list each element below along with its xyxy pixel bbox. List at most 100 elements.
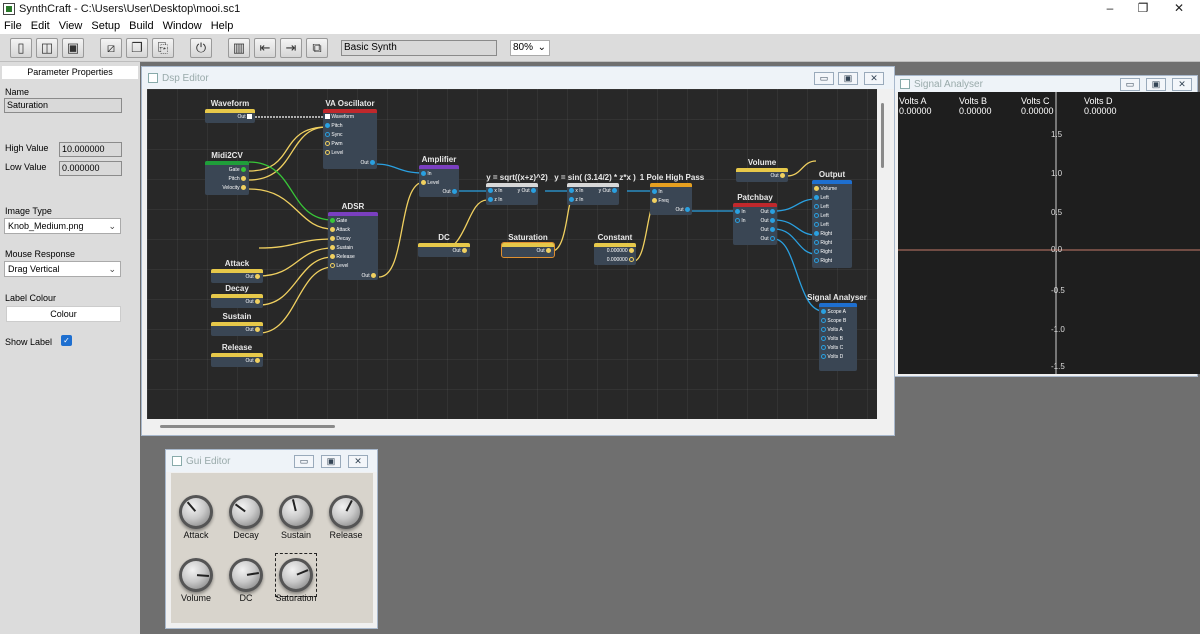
name-field[interactable]: Saturation <box>4 98 122 113</box>
va-oscillator-node[interactable]: Waveform Pitch Sync Pwm Level Out <box>323 109 377 169</box>
port-label: Right <box>820 240 833 246</box>
show-label-checkbox[interactable]: ✓ <box>61 335 72 346</box>
duplicate-icon[interactable]: ⧉ <box>306 38 328 58</box>
cut-icon[interactable]: ⧄ <box>100 38 122 58</box>
gui-canvas[interactable]: Attack Decay Sustain Release Volume DC S… <box>171 473 373 623</box>
zoom-select[interactable]: 80% ⌄ <box>510 40 550 56</box>
volts-a-value: 0.00000 <box>899 106 932 116</box>
output-title: Output <box>818 170 846 179</box>
attack-node[interactable]: Out <box>211 269 263 283</box>
dsp-canvas[interactable]: Waveform Out Midi2CV Gate Pitch Velocity… <box>147 89 877 419</box>
paste-icon[interactable]: ⎘ <box>152 38 174 58</box>
copy-icon[interactable]: ❐ <box>126 38 148 58</box>
constant-node[interactable]: 0.000000 0.000000 <box>594 243 636 265</box>
close-icon[interactable]: ✕ <box>1172 78 1192 91</box>
attack-knob[interactable] <box>179 495 213 529</box>
scope-plot <box>898 92 1200 374</box>
maximize-button[interactable]: ❐ <box>1126 0 1160 18</box>
minimize-icon[interactable]: ▭ <box>1120 78 1140 91</box>
signal-analyser-node[interactable]: Scope A Scope B Volts A Volts B Volts C … <box>819 303 857 371</box>
minimize-icon[interactable]: ▭ <box>294 455 314 468</box>
minimize-icon[interactable]: ▭ <box>814 72 834 85</box>
port-label: Out <box>760 236 769 242</box>
port-icon <box>462 248 467 254</box>
new-file-icon[interactable]: ▯ <box>10 38 32 58</box>
sustain-node[interactable]: Out <box>211 322 263 336</box>
sin-node[interactable]: x In z In y Out <box>567 183 619 205</box>
menu-file[interactable]: File <box>4 20 22 32</box>
close-button[interactable]: ✕ <box>1162 0 1196 18</box>
dc-knob[interactable] <box>229 558 263 592</box>
minimize-button[interactable]: – <box>1093 0 1127 18</box>
port-icon <box>330 236 335 242</box>
import-icon[interactable]: ⇤ <box>254 38 276 58</box>
open-icon[interactable]: ◫ <box>36 38 58 58</box>
decay-node[interactable]: Out <box>211 294 263 308</box>
port-icon <box>629 257 634 263</box>
amplifier-node[interactable]: In Level Out <box>419 165 459 197</box>
export-icon[interactable]: ⇥ <box>280 38 302 58</box>
volume-knob[interactable] <box>179 558 213 592</box>
save-icon[interactable]: ▣ <box>62 38 84 58</box>
port-icon <box>241 176 246 182</box>
close-icon[interactable]: ✕ <box>864 72 884 85</box>
horizontal-scrollbar[interactable] <box>160 425 335 428</box>
menu-window[interactable]: Window <box>163 20 202 32</box>
sustain-knob[interactable] <box>279 495 313 529</box>
high-value-field[interactable]: 10.000000 <box>59 142 122 157</box>
saturation-knob[interactable] <box>279 558 313 592</box>
menu-setup[interactable]: Setup <box>91 20 120 32</box>
colour-button[interactable]: Colour <box>6 306 121 322</box>
menu-build[interactable]: Build <box>129 20 153 32</box>
port-icon <box>330 218 335 224</box>
image-type-select[interactable]: Knob_Medium.png ⌄ <box>4 218 121 234</box>
port-label: Right <box>820 231 833 237</box>
port-label: Sustain <box>336 245 354 251</box>
menu-edit[interactable]: Edit <box>31 20 50 32</box>
port-icon <box>814 258 819 264</box>
port-label: z In <box>575 197 584 203</box>
menu-view[interactable]: View <box>59 20 83 32</box>
port-label: Left <box>820 204 829 210</box>
y-tick: 1.0 <box>1051 169 1063 178</box>
release-node[interactable]: Out <box>211 353 263 367</box>
decay-knob[interactable] <box>229 495 263 529</box>
port-label: y Out <box>517 188 530 194</box>
cable <box>258 238 334 249</box>
attack-title: Attack <box>224 259 250 268</box>
sqrt-node[interactable]: x In z In y Out <box>486 183 538 205</box>
menu-help[interactable]: Help <box>211 20 234 32</box>
saturation-node[interactable]: Out <box>501 242 555 258</box>
release-knob[interactable] <box>329 495 363 529</box>
close-icon[interactable]: ✕ <box>348 455 368 468</box>
waveform-node[interactable]: Out <box>205 109 255 123</box>
port-icon <box>247 114 252 120</box>
menu-bar: File Edit View Setup Build Window Help <box>0 18 1200 34</box>
dc-node[interactable]: Out <box>418 243 470 257</box>
panel-icon[interactable]: ▥ <box>228 38 250 58</box>
restore-icon[interactable]: ▣ <box>838 72 858 85</box>
restore-icon[interactable]: ▣ <box>1146 78 1166 91</box>
mouse-response-select[interactable]: Drag Vertical ⌄ <box>4 261 121 277</box>
volts-d-label: Volts D <box>1084 96 1113 106</box>
vertical-scrollbar[interactable] <box>881 103 884 168</box>
midi2cv-node[interactable]: Gate Pitch Velocity <box>205 161 249 195</box>
port-icon <box>770 209 775 215</box>
highpass-node[interactable]: In Freq Out <box>650 183 692 215</box>
port-icon <box>325 123 330 129</box>
port-label: Out <box>245 358 254 364</box>
preset-name-field[interactable]: Basic Synth <box>341 40 497 56</box>
volume-node[interactable]: Out <box>736 168 788 182</box>
restore-icon[interactable]: ▣ <box>321 455 341 468</box>
low-value-field[interactable]: 0.000000 <box>59 161 122 176</box>
cable <box>773 219 817 236</box>
port-icon <box>814 231 819 237</box>
port-label: Out <box>442 189 451 195</box>
power-icon[interactable]: ⏻ <box>190 38 212 58</box>
mouse-response-value: Drag Vertical <box>8 264 60 274</box>
output-node[interactable]: Volume Left Left Left Left Right Right R… <box>812 180 852 268</box>
port-label: Out <box>245 299 254 305</box>
adsr-node[interactable]: Gate Attack Decay Sustain Release Level … <box>328 212 378 280</box>
patchbay-node[interactable]: In In Out Out Out Out <box>733 203 777 245</box>
port-label: z In <box>494 197 503 203</box>
